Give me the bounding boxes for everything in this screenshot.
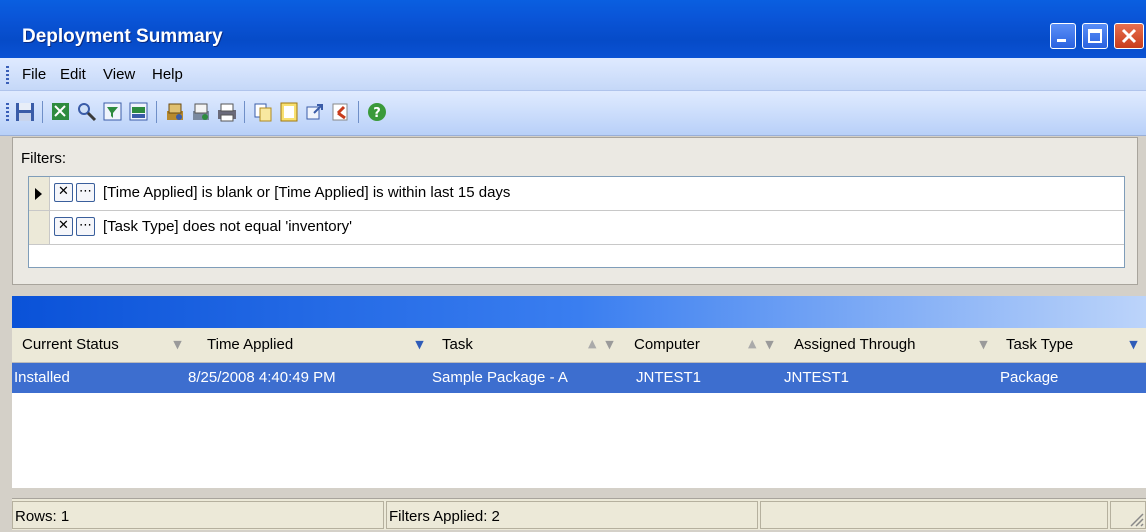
column-header-task[interactable]: Task ▲ ▼ — [432, 328, 622, 362]
chevron-down-icon[interactable]: ▼ — [1126, 337, 1141, 352]
menu-view[interactable]: View — [103, 66, 135, 83]
title-bar: Deployment Summary — [0, 0, 1146, 58]
menu-grip[interactable] — [6, 66, 9, 84]
xml-icon[interactable] — [128, 101, 150, 123]
column-header-computer[interactable]: Computer ▲ ▼ — [624, 328, 784, 362]
svg-text:?: ? — [373, 106, 381, 121]
save-icon[interactable] — [14, 101, 36, 123]
filter-list: ✕ ⋯ [Time Applied] is blank or [Time App… — [28, 176, 1125, 268]
filter-text: [Task Type] does not equal 'inventory' — [103, 218, 352, 235]
chevron-down-icon[interactable]: ▼ — [412, 337, 427, 352]
sort-indicator-icon: ▲ — [588, 337, 597, 350]
filter-text: [Time Applied] is blank or [Time Applied… — [103, 184, 511, 201]
status-panel — [760, 501, 1108, 529]
copy-icon[interactable] — [252, 101, 274, 123]
chevron-down-icon[interactable]: ▼ — [762, 337, 777, 352]
export-icon[interactable] — [50, 101, 72, 123]
filters-applied: Filters Applied: 2 — [389, 508, 500, 525]
window-title: Deployment Summary — [22, 26, 223, 47]
undo-icon[interactable] — [330, 101, 352, 123]
menu-edit[interactable]: Edit — [60, 66, 86, 83]
maximize-button[interactable] — [1082, 23, 1108, 49]
filter-row[interactable]: ✕ ⋯ [Time Applied] is blank or [Time App… — [29, 177, 1124, 211]
resize-grip[interactable] — [1110, 501, 1146, 529]
sort-indicator-icon: ▲ — [748, 337, 757, 350]
minimize-button[interactable] — [1050, 23, 1076, 49]
cell-computer: JNTEST1 — [636, 369, 702, 386]
print-icon[interactable] — [216, 101, 238, 123]
cell-assigned-through: JNTEST1 — [784, 369, 850, 386]
menu-file[interactable]: File — [22, 66, 46, 83]
row-selector[interactable] — [29, 211, 50, 244]
edit-filter-button[interactable]: ⋯ — [76, 183, 95, 202]
toolbar: ? — [0, 91, 1146, 136]
filter-row[interactable]: ✕ ⋯ [Task Type] does not equal 'inventor… — [29, 211, 1124, 245]
current-row-arrow-icon — [35, 188, 42, 200]
filters-panel: Filters: ✕ ⋯ [Time Applied] is blank or … — [12, 137, 1138, 285]
maximize-icon — [1083, 24, 1107, 48]
cell-task-type: Package — [1000, 369, 1059, 386]
report-icon[interactable] — [190, 101, 212, 123]
remove-filter-button[interactable]: ✕ — [54, 183, 73, 202]
properties-icon[interactable] — [278, 101, 300, 123]
menu-help[interactable]: Help — [152, 66, 183, 83]
column-header-assigned-through[interactable]: Assigned Through ▼ — [784, 328, 994, 362]
rows-count: Rows: 1 — [15, 508, 70, 525]
filter-icon[interactable] — [102, 101, 124, 123]
help-icon[interactable]: ? — [366, 101, 388, 123]
minimize-icon — [1051, 24, 1075, 48]
results-grid: Current Status ▼ Time Applied ▼ Task ▲ ▼… — [12, 328, 1146, 488]
row-selector[interactable] — [29, 177, 50, 210]
grid-header: Current Status ▼ Time Applied ▼ Task ▲ ▼… — [12, 328, 1146, 363]
status-panel: Filters Applied: 2 — [386, 501, 758, 529]
filters-label: Filters: — [21, 150, 66, 167]
group-by-bar — [12, 296, 1146, 328]
cell-task: Sample Package - A — [432, 369, 568, 386]
chevron-down-icon[interactable]: ▼ — [976, 337, 991, 352]
column-header-current-status[interactable]: Current Status ▼ — [12, 328, 192, 362]
chevron-down-icon[interactable]: ▼ — [602, 337, 617, 352]
chevron-down-icon[interactable]: ▼ — [170, 337, 185, 352]
status-panel: Rows: 1 — [12, 501, 384, 529]
toolbar-grip[interactable] — [6, 103, 9, 121]
toolbar-separator — [42, 101, 43, 123]
find-icon[interactable] — [76, 101, 98, 123]
remove-filter-button[interactable]: ✕ — [54, 217, 73, 236]
toolbar-separator — [358, 101, 359, 123]
toolbar-separator — [244, 101, 245, 123]
table-row[interactable]: Installed 8/25/2008 4:40:49 PM Sample Pa… — [12, 363, 1146, 393]
open-icon[interactable] — [304, 101, 326, 123]
column-header-time-applied[interactable]: Time Applied ▼ — [197, 328, 427, 362]
resize-grip-icon — [1130, 513, 1144, 527]
toolbar-separator — [156, 101, 157, 123]
cell-current-status: Installed — [14, 369, 70, 386]
deploy-icon[interactable] — [164, 101, 186, 123]
close-button[interactable] — [1114, 23, 1144, 49]
cell-time-applied: 8/25/2008 4:40:49 PM — [188, 369, 336, 386]
column-header-task-type[interactable]: Task Type ▼ — [996, 328, 1146, 362]
menu-bar: File Edit View Help — [0, 58, 1146, 91]
close-icon — [1115, 24, 1143, 48]
status-bar: Rows: 1 Filters Applied: 2 — [12, 498, 1146, 530]
edit-filter-button[interactable]: ⋯ — [76, 217, 95, 236]
